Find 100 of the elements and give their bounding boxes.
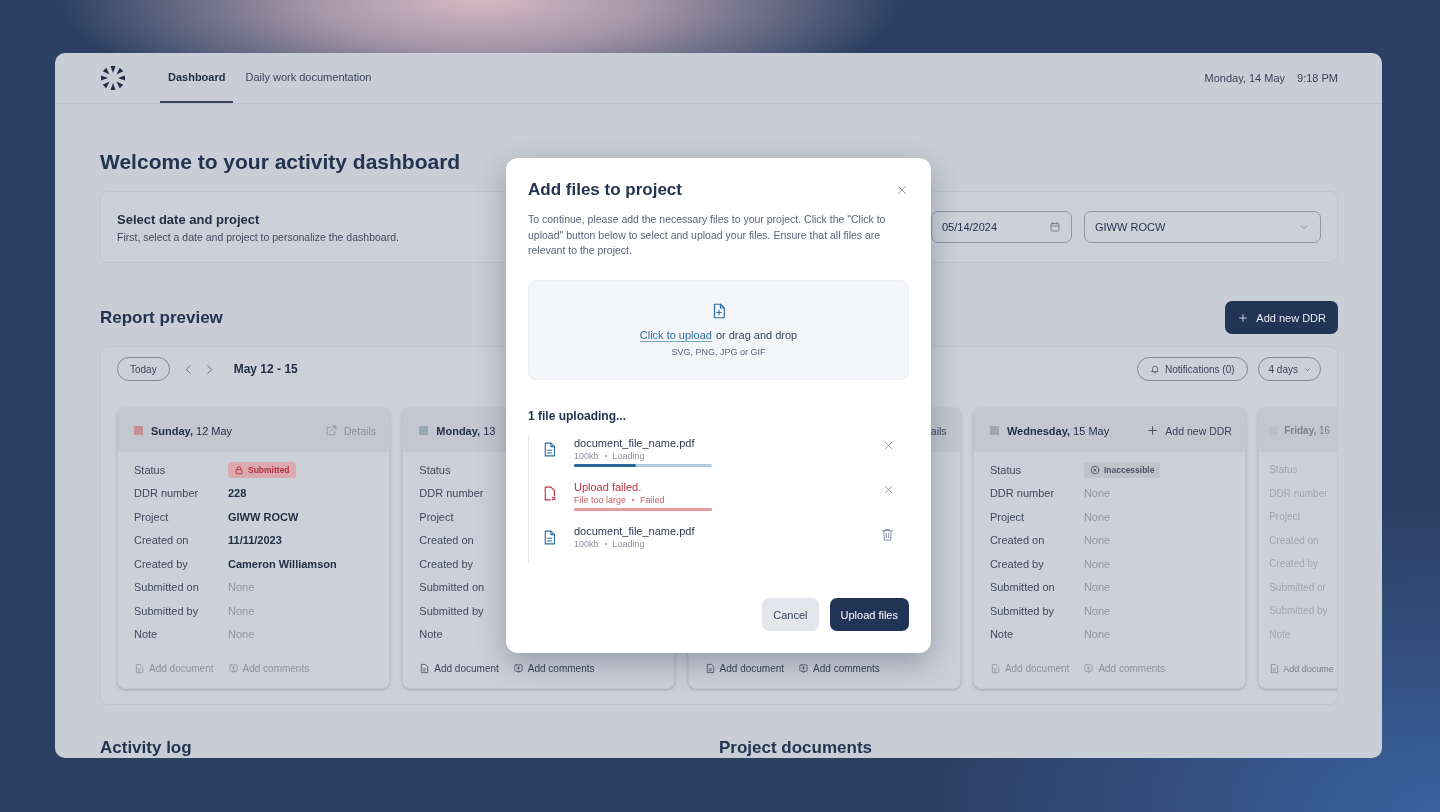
field-label: Submitted on — [419, 581, 486, 594]
field-value: None — [228, 581, 255, 594]
file-size: 100kb — [574, 450, 599, 461]
cancel-button[interactable]: Cancel — [762, 598, 819, 631]
field-value: 11/11/2023 — [228, 534, 282, 547]
field-label: Status — [989, 463, 1023, 476]
calendar-icon — [1049, 221, 1061, 233]
lock-icon — [234, 464, 244, 475]
add-ddr-button[interactable]: Add new DDR — [1146, 424, 1232, 437]
field-label: DDR number — [419, 487, 485, 500]
comment-icon — [512, 663, 524, 674]
field-label: Project — [419, 510, 455, 523]
date-field[interactable]: 05/14/2024 — [931, 211, 1072, 243]
day-title: Wednesday, 15 May — [1006, 424, 1110, 437]
add-comments-button[interactable]: Add comments — [798, 663, 880, 674]
comment-icon — [1083, 663, 1095, 674]
day-title: Monday, 13 — [436, 424, 496, 437]
field-label: Status — [134, 463, 167, 476]
field-label: Submitted by — [419, 604, 485, 617]
file-name: document_file_name.pdf — [574, 524, 696, 537]
field-value: None — [1083, 628, 1111, 641]
external-link-icon — [324, 424, 338, 437]
field-label: Created on — [419, 534, 475, 547]
add-document-button[interactable]: Add document — [704, 663, 785, 674]
trash-icon — [880, 526, 895, 542]
field-label: Created on — [134, 534, 190, 547]
page-title: Welcome to your activity dashboard — [100, 150, 462, 174]
file-name: document_file_name.pdf — [574, 436, 696, 449]
x-circle-icon — [1089, 464, 1100, 475]
close-icon — [895, 183, 909, 197]
document-icon — [704, 663, 716, 674]
field-label: Status — [419, 463, 452, 476]
upload-button[interactable]: Upload files — [829, 598, 909, 631]
status-badge: Submitted — [228, 461, 296, 478]
nav-tab[interactable]: Dashboard — [160, 53, 234, 103]
field-value: None — [1083, 557, 1111, 570]
field-label: Created by — [134, 557, 189, 570]
document-icon — [989, 663, 1001, 674]
plus-icon — [1146, 424, 1160, 437]
section-title: Project documents — [719, 738, 874, 757]
section-title: Report preview — [100, 307, 223, 328]
field-value: GIWW ROCW — [228, 510, 299, 523]
field-label: Note — [134, 628, 159, 641]
add-document-button[interactable]: Add document — [419, 663, 499, 674]
upload-state: Loading — [612, 538, 645, 549]
dialog-description: To continue, please add the necessary files to your project. Click the "Click to upload" button below to select and upload your files. Ensure that all files are relevant to the project. — [528, 212, 887, 258]
field-value: None — [1083, 487, 1111, 500]
field-value: None — [1083, 604, 1111, 617]
file-size: 100kb — [574, 538, 599, 549]
field-label: Created by — [419, 557, 475, 570]
delete-button[interactable] — [880, 526, 895, 542]
field-label: Submitted by — [134, 604, 200, 617]
upload-state: Failed — [640, 494, 665, 505]
field-label: Submitted on — [134, 581, 200, 594]
section-title: Activity log — [100, 738, 193, 757]
day-title: Sunday, 12 May — [151, 424, 233, 437]
field-label: DDR number — [989, 487, 1056, 500]
field-value: None — [228, 604, 255, 617]
upload-status: 1 file uploading... — [528, 408, 627, 423]
comment-icon — [798, 663, 810, 674]
nav-tab[interactable]: Daily work documentation — [237, 53, 380, 103]
selector-title: Select date and project — [117, 211, 261, 227]
add-ddr-button[interactable]: Add new DDR — [1225, 301, 1338, 334]
dialog-title: Add files to project — [528, 180, 682, 200]
field-value: None — [228, 628, 255, 641]
field-label: DDR number — [134, 487, 200, 500]
add-comments-button[interactable]: Add comments — [512, 663, 595, 674]
field-label: Created on — [989, 534, 1046, 547]
bell-icon — [1150, 364, 1161, 374]
error-reason: File too large — [574, 494, 627, 505]
formats-hint: SVG, PNG, JPG or GIF — [671, 347, 766, 357]
day-title: Friday, 16 — [1284, 425, 1331, 436]
field-label: Note — [419, 628, 444, 641]
current-date: Monday, 14 May — [1204, 72, 1286, 84]
field-value: None — [1083, 534, 1111, 547]
logo-icon — [100, 65, 126, 91]
field-label: Project — [134, 510, 170, 523]
current-time: 9:18 PM — [1297, 72, 1338, 84]
document-icon — [134, 663, 145, 674]
selector-subtitle: First, select a date and project to personalize the dashboard. — [117, 230, 399, 243]
date-range: May 12 - 15 — [233, 362, 298, 376]
field-value: None — [1083, 581, 1111, 594]
error-message: Upload failed. — [574, 480, 643, 493]
field-label: Note — [989, 628, 1015, 641]
field-label: Submitted on — [989, 581, 1056, 594]
document-icon — [1269, 663, 1281, 674]
field-label: Created by — [989, 557, 1045, 570]
upload-link[interactable]: Click to upload — [639, 329, 712, 342]
project-dropdown[interactable]: GIWW ROCW — [1084, 211, 1321, 243]
field-value: 228 — [228, 487, 247, 500]
plus-icon — [1237, 311, 1250, 324]
field-value: Cameron Williamson — [228, 557, 337, 570]
comment-icon — [227, 663, 239, 674]
upload-state: Loading — [612, 450, 645, 461]
field-label: Submitted by — [989, 604, 1056, 617]
status-badge: Inaccessible — [1083, 461, 1161, 478]
close-button[interactable] — [895, 183, 909, 197]
document-icon — [419, 663, 431, 674]
drop-zone[interactable]: Click to upload or drag and drop SVG, PNG, JPG or GIF — [528, 279, 909, 380]
details-button[interactable]: ails — [930, 424, 947, 437]
